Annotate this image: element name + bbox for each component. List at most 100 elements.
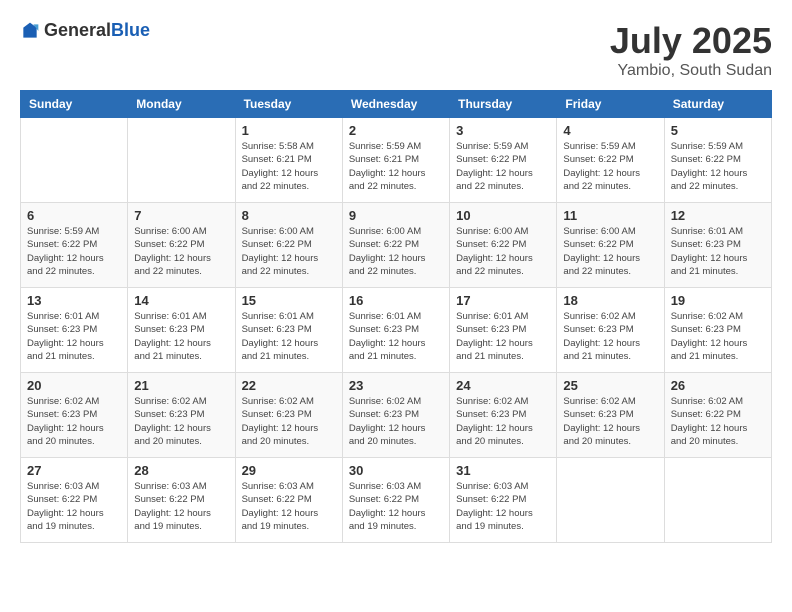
calendar-cell: 6 Sunrise: 5:59 AM Sunset: 6:22 PM Daylig…	[21, 203, 128, 288]
day-info: Sunrise: 6:02 AM Sunset: 6:23 PM Dayligh…	[563, 395, 657, 448]
title-block: July 2025 Yambio, South Sudan	[610, 20, 772, 80]
weekday-header: Monday	[128, 91, 235, 118]
calendar-title: July 2025	[610, 20, 772, 62]
day-info: Sunrise: 5:59 AM Sunset: 6:22 PM Dayligh…	[671, 140, 765, 193]
calendar-cell: 30Sunrise: 6:03 AM Sunset: 6:22 PM Dayli…	[342, 458, 449, 543]
calendar-cell: 28 Sunrise: 6:03 AM Sunset: 6:22 PM Dayli…	[128, 458, 235, 543]
day-info: Sunrise: 6:02 AM Sunset: 6:22 PM Dayligh…	[671, 395, 765, 448]
calendar-cell: 22 Sunrise: 6:02 AM Sunset: 6:23 PM Dayli…	[235, 373, 342, 458]
day-number: 17	[456, 293, 550, 308]
day-info: Sunrise: 6:02 AM Sunset: 6:23 PM Dayligh…	[27, 395, 121, 448]
calendar-cell	[128, 118, 235, 203]
day-number: 4	[563, 123, 657, 138]
calendar-cell: 31 Sunrise: 6:03 AM Sunset: 6:22 PM Dayli…	[450, 458, 557, 543]
day-number: 14	[134, 293, 228, 308]
day-number: 28	[134, 463, 228, 478]
calendar-cell: 1Sunrise: 5:58 AM Sunset: 6:21 PM Daylig…	[235, 118, 342, 203]
day-number: 27	[27, 463, 121, 478]
day-number: 25	[563, 378, 657, 393]
calendar-cell: 18Sunrise: 6:02 AM Sunset: 6:23 PM Dayli…	[557, 288, 664, 373]
calendar-cell: 12 Sunrise: 6:01 AM Sunset: 6:23 PM Dayli…	[664, 203, 771, 288]
weekday-header: Saturday	[664, 91, 771, 118]
weekday-header: Tuesday	[235, 91, 342, 118]
calendar-cell: 5 Sunrise: 5:59 AM Sunset: 6:22 PM Daylig…	[664, 118, 771, 203]
calendar-cell: 27 Sunrise: 6:03 AM Sunset: 6:22 PM Dayli…	[21, 458, 128, 543]
day-info: Sunrise: 6:00 AM Sunset: 6:22 PM Dayligh…	[134, 225, 228, 278]
day-info: Sunrise: 6:00 AM Sunset: 6:22 PM Dayligh…	[349, 225, 443, 278]
calendar-cell	[557, 458, 664, 543]
calendar-cell: 7 Sunrise: 6:00 AM Sunset: 6:22 PM Daylig…	[128, 203, 235, 288]
logo: GeneralBlue	[20, 20, 150, 41]
day-info: Sunrise: 6:01 AM Sunset: 6:23 PM Dayligh…	[456, 310, 550, 363]
page-header: GeneralBlue July 2025 Yambio, South Suda…	[20, 20, 772, 80]
day-number: 21	[134, 378, 228, 393]
day-info: Sunrise: 5:59 AM Sunset: 6:21 PM Dayligh…	[349, 140, 443, 193]
day-info: Sunrise: 6:03 AM Sunset: 6:22 PM Dayligh…	[242, 480, 336, 533]
day-number: 31	[456, 463, 550, 478]
day-info: Sunrise: 6:02 AM Sunset: 6:23 PM Dayligh…	[671, 310, 765, 363]
calendar-week-row: 1Sunrise: 5:58 AM Sunset: 6:21 PM Daylig…	[21, 118, 772, 203]
calendar-cell: 25 Sunrise: 6:02 AM Sunset: 6:23 PM Dayli…	[557, 373, 664, 458]
calendar-cell: 19 Sunrise: 6:02 AM Sunset: 6:23 PM Dayli…	[664, 288, 771, 373]
day-number: 8	[242, 208, 336, 223]
calendar-week-row: 13 Sunrise: 6:01 AM Sunset: 6:23 PM Dayli…	[21, 288, 772, 373]
day-number: 26	[671, 378, 765, 393]
weekday-header: Wednesday	[342, 91, 449, 118]
day-number: 30	[349, 463, 443, 478]
weekday-header: Friday	[557, 91, 664, 118]
day-info: Sunrise: 6:00 AM Sunset: 6:22 PM Dayligh…	[242, 225, 336, 278]
calendar-week-row: 20 Sunrise: 6:02 AM Sunset: 6:23 PM Dayli…	[21, 373, 772, 458]
day-info: Sunrise: 6:03 AM Sunset: 6:22 PM Dayligh…	[456, 480, 550, 533]
day-info: Sunrise: 6:02 AM Sunset: 6:23 PM Dayligh…	[563, 310, 657, 363]
calendar-cell: 13Sunrise: 6:01 AM Sunset: 6:23 PM Dayli…	[21, 288, 128, 373]
calendar-cell: 8 Sunrise: 6:00 AM Sunset: 6:22 PM Daylig…	[235, 203, 342, 288]
calendar-cell	[664, 458, 771, 543]
calendar-cell: 4 Sunrise: 5:59 AM Sunset: 6:22 PM Daylig…	[557, 118, 664, 203]
calendar-location: Yambio, South Sudan	[610, 62, 772, 80]
day-number: 6	[27, 208, 121, 223]
calendar-cell: 10Sunrise: 6:00 AM Sunset: 6:22 PM Dayli…	[450, 203, 557, 288]
day-number: 22	[242, 378, 336, 393]
day-info: Sunrise: 5:59 AM Sunset: 6:22 PM Dayligh…	[456, 140, 550, 193]
calendar-cell: 26 Sunrise: 6:02 AM Sunset: 6:22 PM Dayli…	[664, 373, 771, 458]
day-number: 20	[27, 378, 121, 393]
day-number: 9	[349, 208, 443, 223]
day-number: 16	[349, 293, 443, 308]
calendar-cell: 20 Sunrise: 6:02 AM Sunset: 6:23 PM Dayli…	[21, 373, 128, 458]
day-number: 11	[563, 208, 657, 223]
day-info: Sunrise: 6:01 AM Sunset: 6:23 PM Dayligh…	[242, 310, 336, 363]
day-info: Sunrise: 6:02 AM Sunset: 6:23 PM Dayligh…	[349, 395, 443, 448]
day-number: 13	[27, 293, 121, 308]
calendar-week-row: 27 Sunrise: 6:03 AM Sunset: 6:22 PM Dayli…	[21, 458, 772, 543]
day-number: 10	[456, 208, 550, 223]
day-number: 7	[134, 208, 228, 223]
day-info: Sunrise: 6:00 AM Sunset: 6:22 PM Dayligh…	[563, 225, 657, 278]
calendar-week-row: 6 Sunrise: 5:59 AM Sunset: 6:22 PM Daylig…	[21, 203, 772, 288]
day-number: 24	[456, 378, 550, 393]
day-info: Sunrise: 6:01 AM Sunset: 6:23 PM Dayligh…	[349, 310, 443, 363]
day-info: Sunrise: 6:01 AM Sunset: 6:23 PM Dayligh…	[671, 225, 765, 278]
calendar-table: SundayMondayTuesdayWednesdayThursdayFrid…	[20, 90, 772, 543]
day-info: Sunrise: 6:01 AM Sunset: 6:23 PM Dayligh…	[134, 310, 228, 363]
day-info: Sunrise: 6:02 AM Sunset: 6:23 PM Dayligh…	[456, 395, 550, 448]
day-info: Sunrise: 5:59 AM Sunset: 6:22 PM Dayligh…	[27, 225, 121, 278]
day-number: 19	[671, 293, 765, 308]
weekday-header: Thursday	[450, 91, 557, 118]
calendar-cell: 16 Sunrise: 6:01 AM Sunset: 6:23 PM Dayli…	[342, 288, 449, 373]
day-info: Sunrise: 6:02 AM Sunset: 6:23 PM Dayligh…	[242, 395, 336, 448]
calendar-cell: 11 Sunrise: 6:00 AM Sunset: 6:22 PM Dayli…	[557, 203, 664, 288]
calendar-cell: 9 Sunrise: 6:00 AM Sunset: 6:22 PM Daylig…	[342, 203, 449, 288]
day-number: 2	[349, 123, 443, 138]
calendar-header-row: SundayMondayTuesdayWednesdayThursdayFrid…	[21, 91, 772, 118]
day-number: 29	[242, 463, 336, 478]
day-number: 12	[671, 208, 765, 223]
day-info: Sunrise: 6:03 AM Sunset: 6:22 PM Dayligh…	[27, 480, 121, 533]
day-info: Sunrise: 6:02 AM Sunset: 6:23 PM Dayligh…	[134, 395, 228, 448]
day-info: Sunrise: 5:59 AM Sunset: 6:22 PM Dayligh…	[563, 140, 657, 193]
day-number: 5	[671, 123, 765, 138]
calendar-cell: 15 Sunrise: 6:01 AM Sunset: 6:23 PM Dayli…	[235, 288, 342, 373]
calendar-cell	[21, 118, 128, 203]
day-number: 15	[242, 293, 336, 308]
logo-text: GeneralBlue	[44, 20, 150, 41]
day-info: Sunrise: 6:03 AM Sunset: 6:22 PM Dayligh…	[134, 480, 228, 533]
